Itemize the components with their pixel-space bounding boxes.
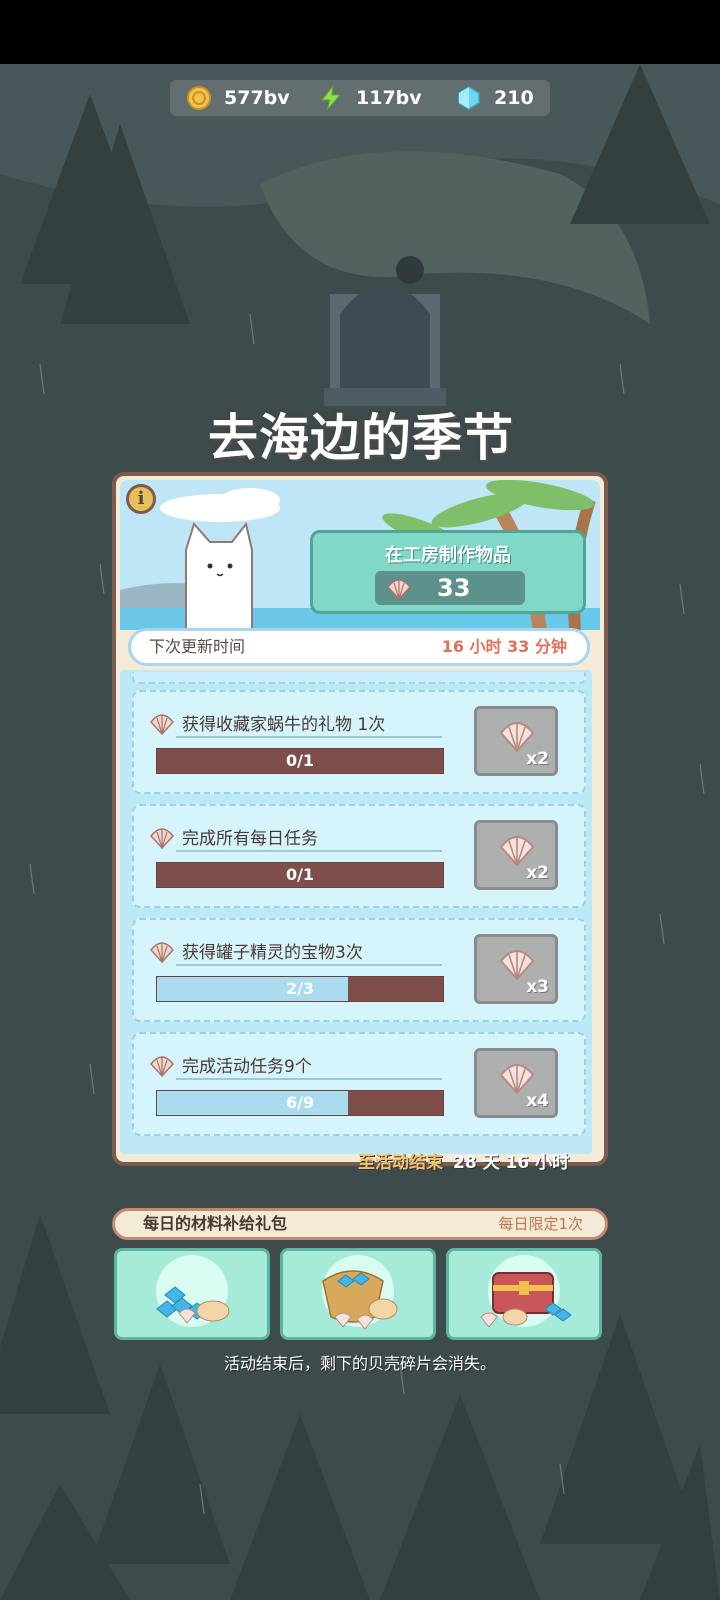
task-progress-text: 6/9 xyxy=(285,1093,315,1112)
reward-button[interactable]: x2 xyxy=(474,706,558,776)
daily-pack-title: 每日的材料补给礼包 xyxy=(143,1214,288,1233)
reward-button[interactable]: x3 xyxy=(474,934,558,1004)
task-progress-bar: 0/1 xyxy=(156,862,444,888)
footer-note: 活动结束后，剩下的贝壳碎片会消失。 xyxy=(223,1354,496,1373)
reward-quantity: x3 xyxy=(526,977,549,997)
shell-count: 33 xyxy=(437,574,471,602)
shell-icon xyxy=(387,579,411,601)
status-bar xyxy=(0,0,720,64)
shell-counter: 33 xyxy=(375,571,525,605)
reward-quantity: x4 xyxy=(526,1091,549,1111)
task-progress-bar: 6/9 xyxy=(156,1090,444,1116)
gems-and-shells-pack-icon xyxy=(117,1251,267,1337)
task-progress-bar: 2/3 xyxy=(156,976,444,1002)
task-label: 完成所有每日任务 xyxy=(182,829,318,849)
divider xyxy=(176,964,442,966)
task-progress-text: 0/1 xyxy=(285,751,315,770)
shell-reward-icon xyxy=(499,1064,535,1095)
pack-treasure-chest[interactable] xyxy=(446,1248,602,1340)
task-item: 完成活动任务9个 6/9 x4 xyxy=(132,1032,586,1136)
event-end-timer: 至活动结束 28 天 16 小时 xyxy=(358,1148,569,1173)
coin-counter[interactable]: 577bv xyxy=(186,80,290,116)
next-update-label: 下次更新时间 xyxy=(149,637,246,656)
pack-sack-of-gems[interactable] xyxy=(280,1248,436,1340)
shell-icon xyxy=(150,828,174,850)
craft-goal-label: 在工房制作物品 xyxy=(385,545,511,566)
task-progress-text: 2/3 xyxy=(285,979,315,998)
next-update-bar: 下次更新时间 16 小时 33 分钟 xyxy=(128,628,590,666)
shell-icon xyxy=(150,1056,174,1078)
shell-icon xyxy=(150,714,174,736)
reward-button[interactable]: x2 xyxy=(474,820,558,890)
task-label: 获得收藏家蜗牛的礼物 1次 xyxy=(182,715,386,735)
event-end-value: 28 天 16 小时 xyxy=(453,1153,570,1173)
reward-quantity: x2 xyxy=(526,863,549,883)
pack-gems-and-shells[interactable] xyxy=(114,1248,270,1340)
shell-reward-icon xyxy=(499,950,535,981)
resource-bar: 577bv 117bv 210 xyxy=(170,80,550,116)
treasure-chest-pack-icon xyxy=(449,1251,599,1337)
sack-of-gems-pack-icon xyxy=(283,1251,433,1337)
reward-quantity: x2 xyxy=(526,749,549,769)
coin-value: 577bv xyxy=(224,87,290,109)
divider xyxy=(176,850,442,852)
task-item: 获得罐子精灵的宝物3次 2/3 x3 xyxy=(132,918,586,1022)
event-end-label: 至活动结束 xyxy=(358,1153,443,1173)
energy-counter[interactable]: 117bv xyxy=(318,80,422,116)
task-label: 完成活动任务9个 xyxy=(182,1057,312,1077)
energy-value: 117bv xyxy=(356,87,422,109)
next-update-value: 16 小时 33 分钟 xyxy=(441,637,567,656)
daily-pack-header: 每日的材料补给礼包 每日限定1次 xyxy=(112,1208,608,1240)
craft-goal-box: 在工房制作物品 33 xyxy=(310,530,586,614)
info-button[interactable]: i xyxy=(126,484,156,514)
divider xyxy=(176,736,442,738)
gem-value: 210 xyxy=(494,87,534,109)
gem-counter[interactable]: 210 xyxy=(456,80,534,116)
shell-reward-icon xyxy=(499,836,535,867)
event-title: 去海边的季节 xyxy=(208,409,514,467)
task-list-top-edge xyxy=(132,672,586,684)
task-item: 获得收藏家蜗牛的礼物 1次 0/1 x2 xyxy=(132,690,586,794)
task-progress-bar: 0/1 xyxy=(156,748,444,774)
task-item: 完成所有每日任务 0/1 x2 xyxy=(132,804,586,908)
task-progress-text: 0/1 xyxy=(285,865,315,884)
daily-pack-limit: 每日限定1次 xyxy=(498,1215,583,1233)
gem-icon xyxy=(458,86,480,110)
task-label: 获得罐子精灵的宝物3次 xyxy=(182,943,363,963)
divider xyxy=(176,1078,442,1080)
shell-reward-icon xyxy=(499,722,535,753)
lightning-icon xyxy=(320,85,342,111)
reward-button[interactable]: x4 xyxy=(474,1048,558,1118)
shell-icon xyxy=(150,942,174,964)
coin-icon xyxy=(187,86,211,110)
